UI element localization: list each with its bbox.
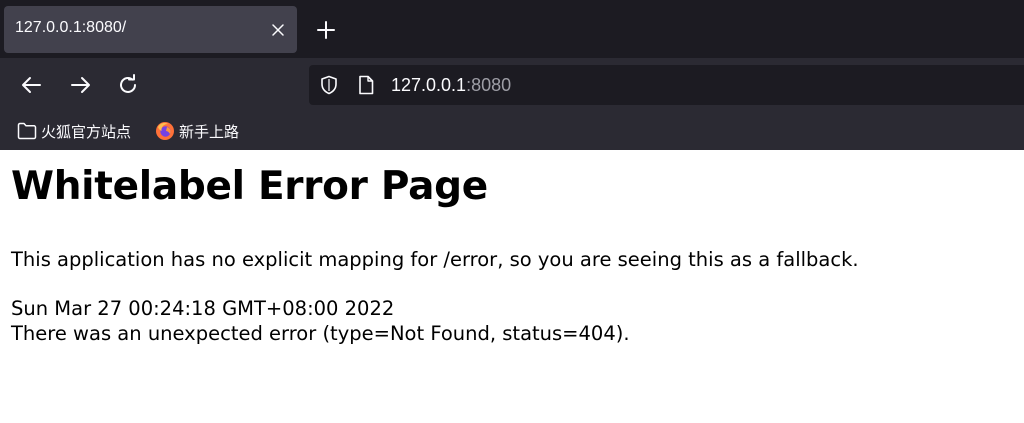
page-title: Whitelabel Error Page: [11, 164, 488, 209]
page-icon[interactable]: [357, 75, 375, 95]
folder-icon: [17, 122, 37, 140]
browser-chrome: 127.0.0.1:8080/ 127.0.0.1:8080 火狐官方站点 新手…: [0, 0, 1024, 150]
fallback-message: This application has no explicit mapping…: [11, 248, 859, 271]
forward-arrow-icon[interactable]: [68, 73, 92, 97]
bookmark-label: 火狐官方站点: [41, 122, 132, 141]
tab-strip: 127.0.0.1:8080/: [0, 0, 1024, 58]
address-bar[interactable]: 127.0.0.1:8080: [309, 65, 1024, 105]
navigation-toolbar: 127.0.0.1:8080: [0, 58, 1024, 112]
bookmark-label: 新手上路: [179, 122, 240, 141]
url-host: 127.0.0.1: [391, 75, 467, 95]
tab-active[interactable]: 127.0.0.1:8080/: [4, 6, 297, 53]
reload-icon[interactable]: [116, 73, 140, 97]
error-timestamp: Sun Mar 27 00:24:18 GMT+08:00 2022: [11, 297, 395, 320]
firefox-icon: [156, 122, 174, 140]
plus-icon[interactable]: [316, 20, 336, 40]
bookmark-getting-started[interactable]: 新手上路: [155, 120, 239, 142]
bookmark-folder-firefox-official[interactable]: 火狐官方站点: [17, 120, 131, 142]
shield-icon[interactable]: [319, 75, 339, 95]
url-port: :8080: [466, 75, 512, 95]
back-arrow-icon[interactable]: [20, 73, 44, 97]
close-icon[interactable]: [270, 22, 286, 38]
page-content: Whitelabel Error Page This application h…: [0, 150, 1024, 423]
bookmarks-toolbar: 火狐官方站点 新手上路: [0, 112, 1024, 150]
error-status: There was an unexpected error (type=Not …: [11, 322, 630, 345]
url-text[interactable]: 127.0.0.1:8080: [391, 75, 511, 96]
error-details: Sun Mar 27 00:24:18 GMT+08:00 2022 There…: [11, 296, 630, 346]
tab-title: 127.0.0.1:8080/: [15, 19, 127, 36]
